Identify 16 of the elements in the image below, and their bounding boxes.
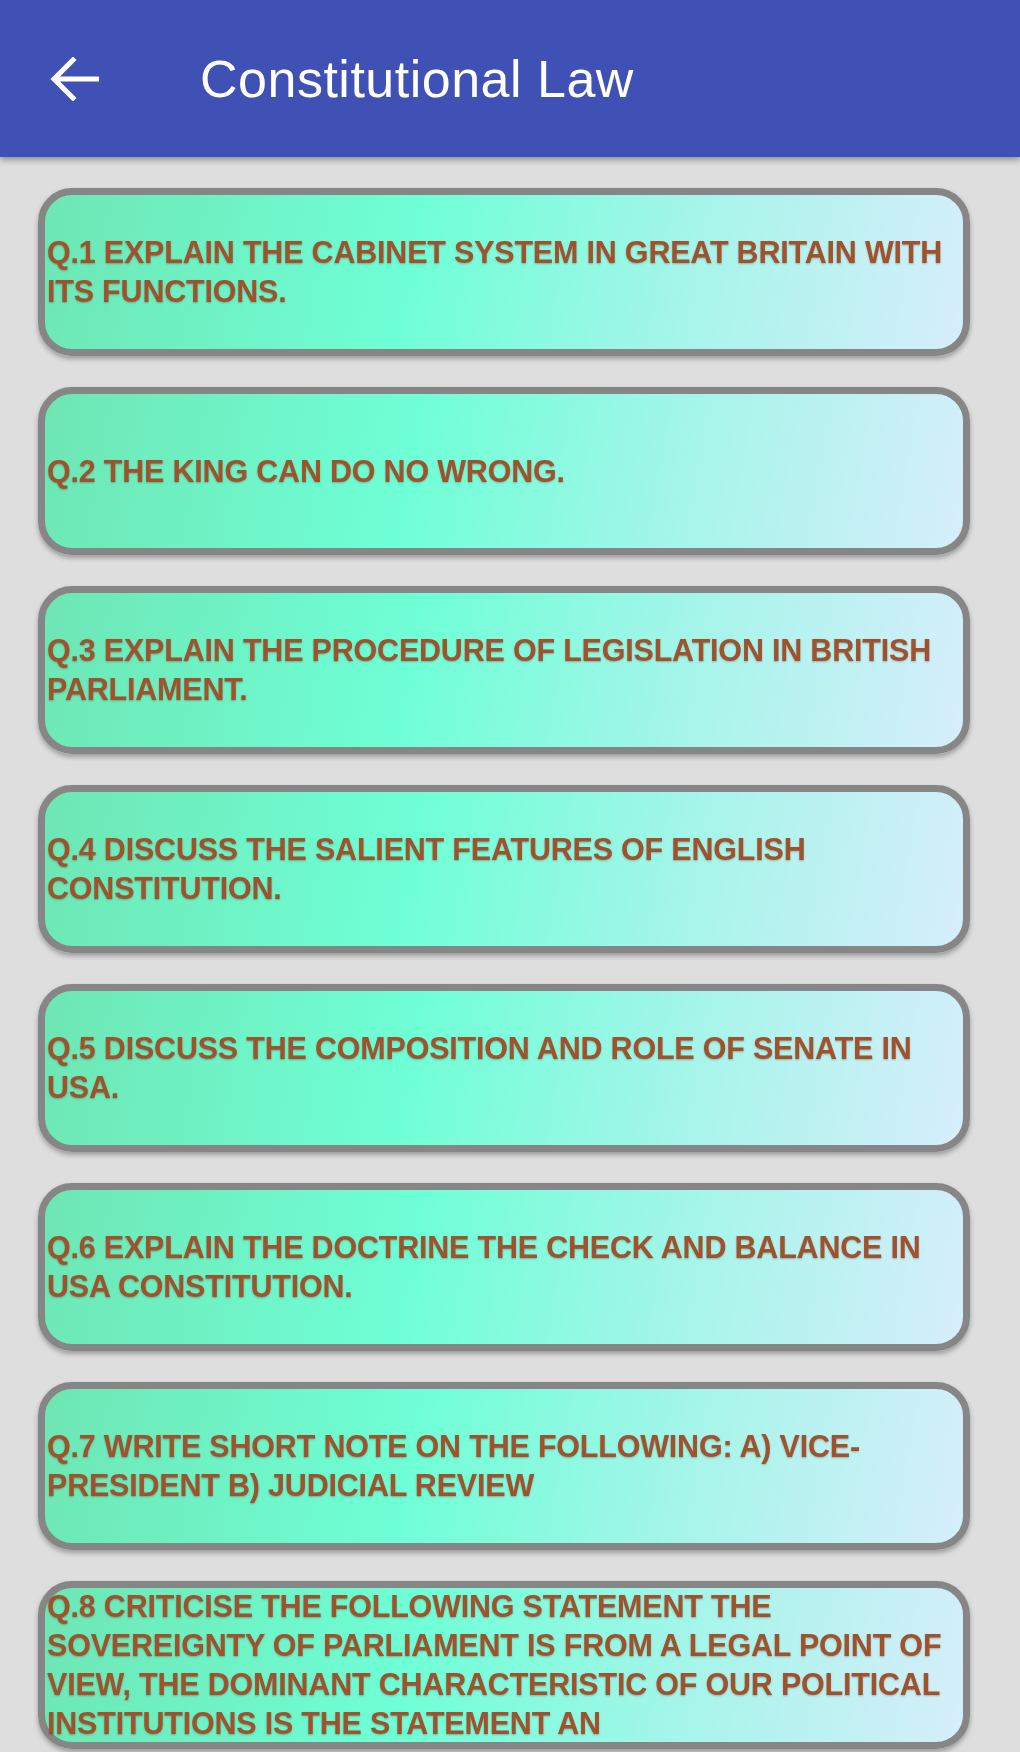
question-card[interactable]: Q.2 THE KING CAN DO NO WRONG. [38, 387, 970, 555]
back-arrow-icon [49, 56, 99, 101]
screen-title: Constitutional Law [200, 48, 634, 109]
question-card[interactable]: Q.5 DISCUSS THE COMPOSITION AND ROLE OF SENATE IN USA. [38, 984, 970, 1152]
question-card[interactable]: Q.6 EXPLAIN THE DOCTRINE THE CHECK AND BALANCE IN USA CONSTITUTION. [38, 1183, 970, 1351]
question-text: Q.2 THE KING CAN DO NO WRONG. [47, 452, 566, 491]
question-text: Q.1 EXPLAIN THE CABINET SYSTEM IN GREAT BRITAIN WITH ITS FUNCTIONS. [47, 234, 944, 310]
question-text: Q.4 DISCUSS THE SALIENT FEATURES OF ENGLISH CONSTITUTION. [47, 831, 807, 907]
question-card[interactable]: Q.4 DISCUSS THE SALIENT FEATURES OF ENGLISH CONSTITUTION. [38, 785, 970, 953]
question-card[interactable]: Q.7 WRITE SHORT NOTE ON THE FOLLOWING: A) VICE-PRESIDENT B) JUDICIAL REVIEW [38, 1382, 970, 1550]
question-text: Q.6 EXPLAIN THE DOCTRINE THE CHECK AND BALANCE IN USA CONSTITUTION. [47, 1229, 922, 1305]
question-text: Q.3 EXPLAIN THE PROCEDURE OF LEGISLATION IN BRITISH PARLIAMENT. [47, 632, 932, 708]
question-card[interactable]: Q.3 EXPLAIN THE PROCEDURE OF LEGISLATION IN BRITISH PARLIAMENT. [38, 586, 970, 754]
question-text: Q.5 DISCUSS THE COMPOSITION AND ROLE OF SENATE IN USA. [47, 1030, 913, 1106]
question-card[interactable]: Q.1 EXPLAIN THE CABINET SYSTEM IN GREAT BRITAIN WITH ITS FUNCTIONS. [38, 188, 970, 356]
question-text: Q.7 WRITE SHORT NOTE ON THE FOLLOWING: A) VICE-PRESIDENT B) JUDICIAL REVIEW [47, 1428, 861, 1505]
